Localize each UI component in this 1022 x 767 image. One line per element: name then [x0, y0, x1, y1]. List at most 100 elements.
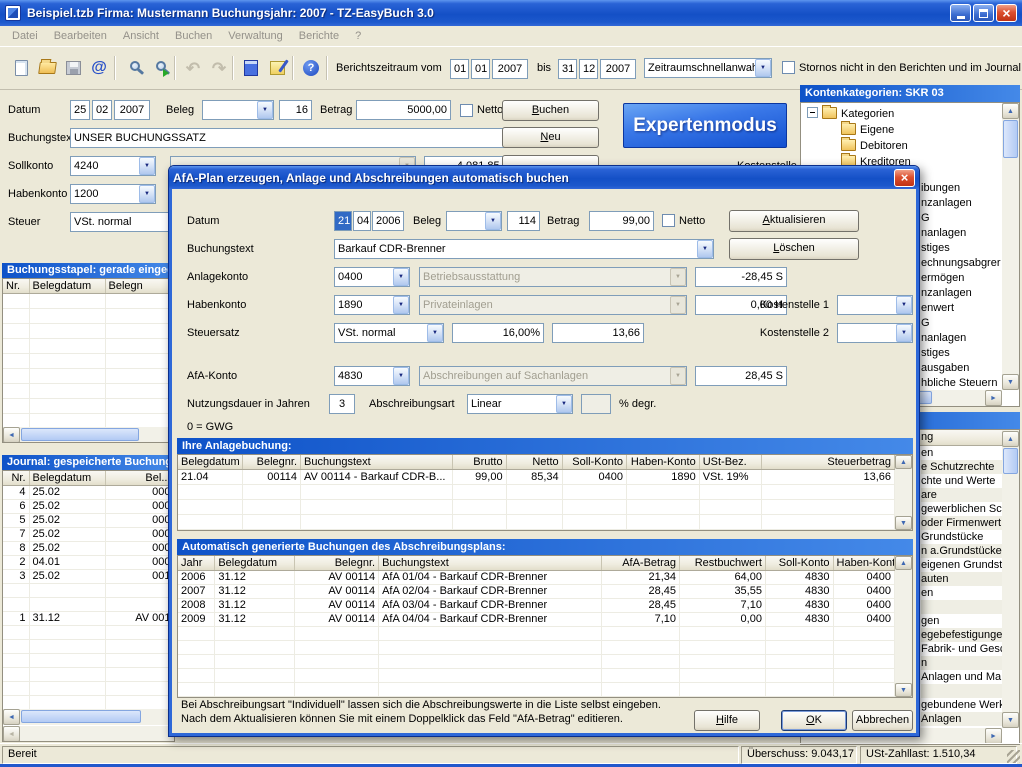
column-header[interactable]: Belegnr.	[295, 556, 379, 571]
edit-journal-icon[interactable]	[264, 55, 290, 81]
beleg-nr-field[interactable]: 16	[279, 100, 312, 120]
scroll-down-button[interactable]	[1002, 712, 1019, 728]
table-row[interactable]: 825.02000	[3, 542, 174, 556]
table-row[interactable]	[3, 598, 174, 612]
column-header[interactable]: Belegnr.	[242, 455, 300, 470]
scroll-down-button[interactable]	[1002, 374, 1019, 390]
steuer-field[interactable]: VSt. normal	[70, 212, 180, 232]
account-row-fragment[interactable]: gen	[921, 614, 1003, 628]
column-header[interactable]: Netto	[506, 455, 562, 470]
period-from-day[interactable]: 01	[450, 59, 469, 79]
anlagebuchung-scrollbar[interactable]	[895, 455, 912, 530]
period-to-month[interactable]: 12	[579, 59, 598, 79]
account-row-fragment[interactable]: egebefestigunge	[921, 628, 1003, 642]
tree-item-fragment[interactable]: nzanlagen	[921, 196, 1002, 211]
period-to-day[interactable]: 31	[558, 59, 577, 79]
table-row[interactable]: 200631.12AV 00114AfA 01/04 - Barkauf CDR…	[178, 571, 895, 585]
column-header[interactable]: Belegdatum	[29, 279, 105, 294]
save-icon[interactable]	[60, 55, 86, 81]
journal-horizontal-scrollbar[interactable]	[3, 709, 174, 725]
kostenstelle1-combo[interactable]	[837, 295, 913, 315]
account-row-fragment[interactable]: are	[921, 488, 1003, 502]
scroll-thumb[interactable]	[1003, 120, 1018, 158]
buchungstext-combo[interactable]: UNSER BUCHUNGSSATZ	[70, 128, 528, 148]
menu-item-buchen[interactable]: Buchen	[167, 28, 220, 44]
chevron-down-icon[interactable]	[896, 296, 912, 314]
account-row-fragment[interactable]: e Schutzrechte	[921, 460, 1003, 474]
dialog-betrag-input[interactable]: 99,00	[589, 211, 654, 231]
tree-item-eigene[interactable]: Eigene	[841, 122, 894, 138]
scroll-up-button[interactable]	[1002, 431, 1019, 447]
datum-year[interactable]: 2007	[114, 100, 150, 120]
account-row-fragment[interactable]: gewerblichen Sc	[921, 502, 1003, 516]
account-row-fragment[interactable]: Anlagen und Ma	[921, 670, 1003, 684]
scroll-right-button[interactable]	[985, 728, 1002, 744]
chevron-down-icon[interactable]	[257, 101, 273, 119]
close-button[interactable]	[996, 4, 1017, 22]
column-header[interactable]: Soll-Konto	[562, 455, 626, 470]
search-icon[interactable]	[120, 55, 146, 81]
menu-item-ansicht[interactable]: Ansicht	[115, 28, 167, 44]
tree-item-fragment[interactable]: ermögen	[921, 271, 1002, 286]
table-row[interactable]: 725.02000	[3, 528, 174, 542]
tree-item-fragment[interactable]: stiges	[921, 346, 1002, 361]
dialog-datum-day[interactable]: 21	[334, 211, 352, 231]
table-row[interactable]: 625.02000	[3, 500, 174, 514]
menu-item-berichte[interactable]: Berichte	[291, 28, 347, 44]
help-icon[interactable]	[298, 55, 324, 81]
account-row-fragment[interactable]: gebundene Werk	[921, 698, 1003, 712]
storno-checkbox[interactable]	[782, 61, 795, 74]
minimize-button[interactable]	[950, 4, 971, 22]
column-header[interactable]: USt-Bez.	[699, 455, 761, 470]
aktualisieren-button[interactable]: Aktualisieren	[729, 210, 859, 232]
betrag-input[interactable]: 5000,00	[356, 100, 451, 120]
account-row-fragment[interactable]: chte und Werte	[921, 474, 1003, 488]
column-header[interactable]: Buchungstext	[301, 455, 453, 470]
scroll-thumb[interactable]	[21, 428, 139, 441]
ok-button[interactable]: OK	[781, 710, 847, 731]
tree-item-fragment[interactable]: stiges	[921, 241, 1002, 256]
anlagekonto-combo[interactable]: 0400	[334, 267, 410, 287]
tree-item-debitoren[interactable]: Debitoren	[841, 138, 908, 154]
dialog-datum-year[interactable]: 2006	[372, 211, 404, 231]
beleg-combo[interactable]	[202, 100, 274, 120]
period-from-month[interactable]: 01	[471, 59, 490, 79]
scroll-left-button[interactable]	[3, 709, 20, 725]
tree-item-fragment[interactable]: echnungsabgrer	[921, 256, 1002, 271]
habenkonto-combo[interactable]: 1200	[70, 184, 156, 204]
column-header[interactable]: Haben-Konto	[833, 556, 894, 571]
account-row-fragment[interactable]: auten	[921, 572, 1003, 586]
chevron-down-icon[interactable]	[139, 157, 155, 175]
account-row-fragment[interactable]: oder Firmenwert	[921, 516, 1003, 530]
tree-item-fragment[interactable]: ausgaben	[921, 361, 1002, 376]
netto-checkbox[interactable]	[460, 104, 473, 117]
resize-grip[interactable]	[1007, 750, 1020, 763]
sollkonto-combo[interactable]: 4240	[70, 156, 156, 176]
account-row-fragment[interactable]: Grundstücke	[921, 530, 1003, 544]
tree-item-fragment[interactable]: G	[921, 316, 1002, 331]
account-row-fragment[interactable]: eigenen Grundst	[921, 558, 1003, 572]
afakonto-combo[interactable]: 4830	[334, 366, 410, 386]
column-header[interactable]: Restbuchwert	[680, 556, 766, 571]
tree-item-fragment[interactable]: nanlagen	[921, 226, 1002, 241]
tree-item-kategorien[interactable]: Kategorien	[807, 106, 894, 122]
abbrechen-button[interactable]: Abbrechen	[852, 710, 913, 731]
maximize-button[interactable]	[973, 4, 994, 22]
period-from-year[interactable]: 2007	[492, 59, 528, 79]
dialog-beleg-combo[interactable]	[446, 211, 502, 231]
dialog-beleg-nr[interactable]: 114	[507, 211, 540, 231]
column-header[interactable]: Belegdatum	[29, 471, 105, 486]
datum-month[interactable]: 02	[92, 100, 112, 120]
column-header[interactable]: Belegdatum	[215, 556, 295, 571]
buchen-button[interactable]: Buchen	[502, 100, 599, 121]
dialog-close-button[interactable]	[894, 169, 915, 187]
collapse-icon[interactable]	[807, 107, 818, 118]
tree-item-fragment[interactable]: enwert	[921, 301, 1002, 316]
column-header[interactable]: Jahr	[178, 556, 215, 571]
dialog-habenkonto-combo[interactable]: 1890	[334, 295, 410, 315]
dialog-datum-month[interactable]: 04	[353, 211, 371, 231]
stack-horizontal-scrollbar[interactable]	[3, 427, 174, 443]
neu-button[interactable]: Neu	[502, 127, 599, 148]
scroll-up-button[interactable]	[1002, 103, 1019, 119]
column-header[interactable]: Belegn	[105, 279, 174, 294]
